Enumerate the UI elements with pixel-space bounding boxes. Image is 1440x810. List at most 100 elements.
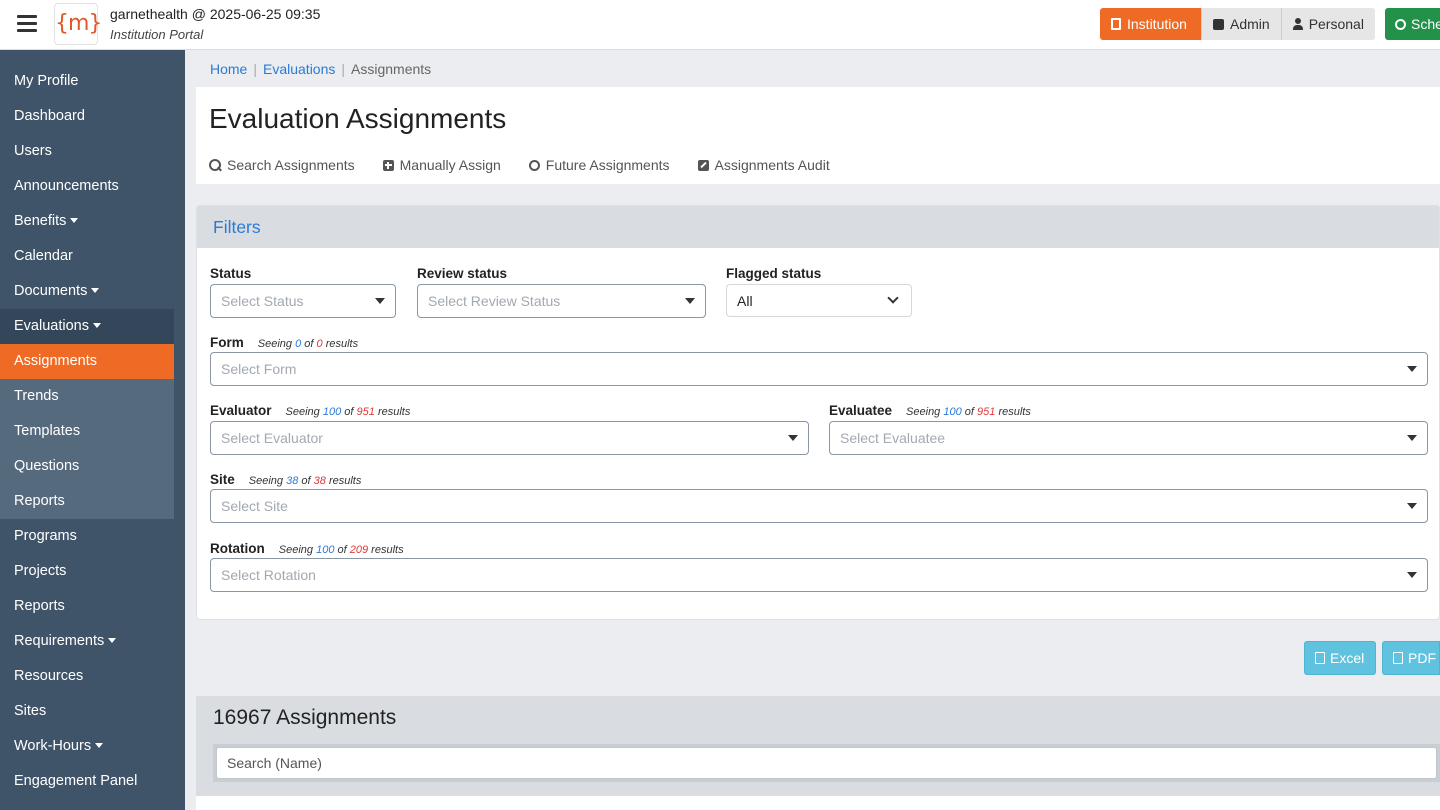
caret-down-icon	[92, 323, 101, 328]
caret-down-icon	[91, 288, 100, 293]
tab-search-assignments[interactable]: Search Assignments	[209, 157, 355, 173]
menu-icon[interactable]	[17, 15, 37, 33]
tab-assignments-audit[interactable]: Assignments Audit	[697, 157, 830, 173]
breadcrumb: Home | Evaluations | Assignments	[210, 61, 432, 77]
role-switcher: Institution Admin Personal	[1100, 8, 1375, 40]
caret-down-icon	[1407, 366, 1417, 372]
sidebar-item-calendar[interactable]: Calendar	[0, 239, 174, 274]
caret-down-icon	[1407, 503, 1417, 509]
sidebar: My Profile Dashboard Users Announcements…	[0, 50, 185, 810]
flagged-status-value: All	[737, 293, 753, 309]
sidebar-item-sites[interactable]: Sites	[0, 694, 174, 729]
evaluatee-result-count: Seeing 100 of 951 results	[906, 406, 1031, 418]
sidebar-item-questions[interactable]: Questions	[0, 449, 174, 484]
user-icon	[1292, 18, 1303, 30]
breadcrumb-evaluations[interactable]: Evaluations	[263, 61, 335, 77]
tab-label: Search Assignments	[227, 157, 355, 173]
sidebar-item-reports[interactable]: Reports	[0, 589, 174, 624]
rotation-placeholder: Select Rotation	[221, 567, 316, 583]
sidebar-item-my-profile[interactable]: My Profile	[0, 64, 174, 99]
results-panel: 16967 Assignments	[196, 696, 1440, 810]
file-excel-icon	[1315, 652, 1325, 664]
caret-down-icon	[375, 298, 385, 304]
institution-label: Institution	[1127, 16, 1187, 32]
filters-title: Filters	[197, 206, 1439, 248]
tab-label: Assignments Audit	[714, 157, 830, 173]
sidebar-item-label: Evaluations	[14, 318, 89, 334]
review-status-select[interactable]: Select Review Status	[417, 284, 706, 318]
schedule-button[interactable]: Sche	[1385, 8, 1440, 40]
sidebar-item-benefits[interactable]: Benefits	[0, 204, 174, 239]
site-select[interactable]: Select Site	[210, 489, 1428, 523]
form-result-count: Seeing 0 of 0 results	[257, 338, 359, 350]
caret-down-icon	[788, 435, 798, 441]
evaluator-result-count: Seeing 100 of 951 results	[285, 406, 411, 418]
breadcrumb-current: Assignments	[351, 61, 432, 77]
evaluatee-select[interactable]: Select Evaluatee	[829, 421, 1428, 455]
sidebar-item-work-hours[interactable]: Work-Hours	[0, 729, 174, 764]
institution-button[interactable]: Institution	[1100, 8, 1201, 40]
excel-button[interactable]: Excel	[1304, 641, 1376, 675]
tab-future-assignments[interactable]: Future Assignments	[528, 157, 670, 173]
rotation-select[interactable]: Select Rotation	[210, 558, 1428, 592]
sidebar-item-label: Benefits	[14, 213, 67, 229]
sidebar-item-evaluations[interactable]: Evaluations	[0, 309, 174, 344]
evaluatee-label: Evaluatee Seeing 100 of 951 results	[829, 403, 1031, 418]
tab-label: Future Assignments	[545, 157, 670, 173]
file-pdf-icon	[1393, 652, 1403, 664]
caret-down-icon	[70, 218, 79, 223]
site-label: Site Seeing 38 of 38 results	[210, 472, 362, 487]
logo[interactable]: {m}	[54, 3, 102, 45]
evaluator-placeholder: Select Evaluator	[221, 430, 323, 446]
sidebar-item-label: Work-Hours	[14, 738, 92, 754]
tab-manually-assign[interactable]: Manually Assign	[382, 157, 501, 173]
sidebar-item-resources[interactable]: Resources	[0, 659, 174, 694]
sidebar-item-eval-reports[interactable]: Reports	[0, 484, 174, 519]
page-title: Evaluation Assignments	[209, 103, 507, 134]
caret-down-icon	[1407, 572, 1417, 578]
flagged-status-select[interactable]: All	[726, 284, 912, 317]
sidebar-item-trends[interactable]: Trends	[0, 379, 174, 414]
chevron-down-icon	[887, 292, 899, 304]
sub-navigation: Search Assignments Manually Assign Futur…	[209, 157, 858, 173]
status-placeholder: Select Status	[221, 293, 304, 309]
sidebar-item-announcements[interactable]: Announcements	[0, 169, 174, 204]
sidebar-item-templates[interactable]: Templates	[0, 414, 174, 449]
admin-icon	[1213, 18, 1224, 30]
results-title: 16967 Assignments	[213, 706, 397, 729]
admin-button[interactable]: Admin	[1201, 8, 1281, 40]
account-name: garnethealth @ 2025-06-25 09:35	[110, 6, 321, 22]
review-status-label: Review status	[417, 266, 508, 281]
rotation-label: Rotation Seeing 100 of 209 results	[210, 541, 404, 556]
caret-down-icon	[95, 743, 104, 748]
search-input[interactable]	[216, 747, 1437, 779]
admin-label: Admin	[1230, 16, 1270, 32]
site-result-count: Seeing 38 of 38 results	[248, 475, 362, 487]
flagged-status-label: Flagged status	[726, 266, 822, 281]
personal-button[interactable]: Personal	[1280, 8, 1375, 40]
clock-icon	[1395, 18, 1406, 30]
caret-down-icon	[108, 638, 117, 643]
form-select[interactable]: Select Form	[210, 352, 1428, 386]
sidebar-item-assignments[interactable]: Assignments	[0, 344, 174, 379]
search-icon	[209, 159, 221, 171]
sidebar-item-documents[interactable]: Documents	[0, 274, 174, 309]
evaluator-select[interactable]: Select Evaluator	[210, 421, 809, 455]
page-header: Evaluation Assignments Search Assignment…	[196, 87, 1440, 184]
sidebar-item-requirements[interactable]: Requirements	[0, 624, 174, 659]
site-placeholder: Select Site	[221, 498, 288, 514]
search-bar	[213, 744, 1440, 782]
sidebar-item-users[interactable]: Users	[0, 134, 174, 169]
sidebar-item-projects[interactable]: Projects	[0, 554, 174, 589]
sidebar-item-engagement-panel[interactable]: Engagement Panel	[0, 764, 174, 799]
review-status-placeholder: Select Review Status	[428, 293, 561, 309]
status-select[interactable]: Select Status	[210, 284, 396, 318]
form-placeholder: Select Form	[221, 361, 297, 377]
sidebar-item-programs[interactable]: Programs	[0, 519, 174, 554]
evaluatee-placeholder: Select Evaluatee	[840, 430, 946, 446]
breadcrumb-home[interactable]: Home	[210, 61, 247, 77]
pdf-button[interactable]: PDF	[1382, 641, 1440, 675]
form-label: Form Seeing 0 of 0 results	[210, 335, 359, 350]
sidebar-item-dashboard[interactable]: Dashboard	[0, 99, 174, 134]
schedule-label: Sche	[1411, 16, 1440, 32]
